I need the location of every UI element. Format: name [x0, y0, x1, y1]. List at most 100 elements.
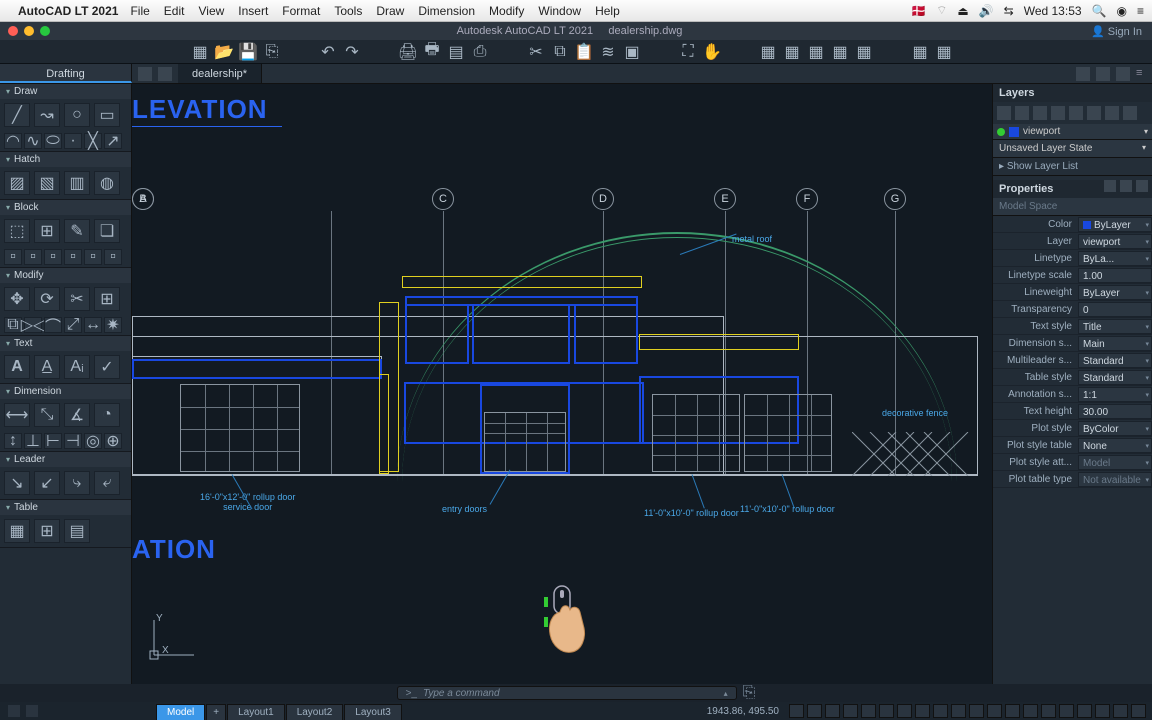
- move-tool-icon[interactable]: ✥: [4, 287, 30, 311]
- prop-row-lineweight[interactable]: LineweightByLayer: [993, 284, 1152, 301]
- sb-snap-icon[interactable]: [807, 704, 822, 718]
- tab-model[interactable]: Model: [156, 704, 205, 720]
- wifi-icon[interactable]: ⌔: [936, 3, 947, 18]
- prop-value[interactable]: viewport: [1078, 234, 1152, 249]
- rp-menu-icon[interactable]: ≡: [1136, 67, 1142, 81]
- menu-tools[interactable]: Tools: [334, 4, 362, 18]
- copy-icon[interactable]: ⧉: [550, 42, 570, 62]
- text-tool-icon[interactable]: A̲: [34, 355, 60, 379]
- prop-row-dimension-s-[interactable]: Dimension s...Main: [993, 335, 1152, 352]
- dim-linear-icon[interactable]: ⟷: [4, 403, 30, 427]
- trim-tool-icon[interactable]: ✂: [64, 287, 90, 311]
- sb-lineweight-icon[interactable]: [915, 704, 930, 718]
- arc-tool-icon[interactable]: ◠: [4, 133, 22, 149]
- palette-hatch[interactable]: Hatch: [0, 152, 131, 167]
- mirror-tool-icon[interactable]: ▷◁: [24, 317, 42, 333]
- sb-hardware-icon[interactable]: [1095, 704, 1110, 718]
- menu-draw[interactable]: Draw: [376, 4, 404, 18]
- tab-layout3[interactable]: Layout3: [344, 704, 402, 720]
- leader-tool-icon[interactable]: ↘: [4, 471, 30, 495]
- block5-icon[interactable]: ▫: [84, 249, 102, 265]
- table3-icon[interactable]: ▤: [64, 519, 90, 543]
- zoom-window-icon[interactable]: [40, 26, 50, 36]
- tool3-icon[interactable]: ▦: [806, 42, 826, 62]
- show-layer-list[interactable]: ▸ Show Layer List: [993, 158, 1152, 176]
- table-tool-icon[interactable]: ▦: [4, 519, 30, 543]
- sb-clean-icon[interactable]: [1113, 704, 1128, 718]
- command-history-icon[interactable]: ⎘: [743, 684, 756, 702]
- region-tool-icon[interactable]: ◍: [94, 171, 120, 195]
- rp-tab3-icon[interactable]: [1116, 67, 1130, 81]
- flag-icon[interactable]: 🇩🇰: [911, 4, 926, 18]
- cut-icon[interactable]: ✂: [526, 42, 546, 62]
- prop-value[interactable]: ByLa...: [1078, 251, 1152, 266]
- pan-icon[interactable]: ✋: [702, 42, 722, 62]
- eject-icon[interactable]: ⏏: [957, 4, 968, 18]
- close-window-icon[interactable]: [8, 26, 18, 36]
- sb-grid-icon[interactable]: [789, 704, 804, 718]
- drawing-canvas[interactable]: LEVATION ATION A B C D E F G: [132, 84, 992, 684]
- prop-value[interactable]: Standard: [1078, 353, 1152, 368]
- new-icon[interactable]: ▦: [190, 42, 210, 62]
- palette-leader[interactable]: Leader: [0, 452, 131, 467]
- palette-title[interactable]: Drafting: [0, 64, 132, 83]
- menu-edit[interactable]: Edit: [164, 4, 185, 18]
- prop-row-layer[interactable]: Layerviewport: [993, 233, 1152, 250]
- notification-icon[interactable]: ≡: [1137, 4, 1144, 18]
- block3-icon[interactable]: ▫: [44, 249, 62, 265]
- stretch-tool-icon[interactable]: ↔: [84, 317, 102, 333]
- prop-all-icon[interactable]: [1104, 180, 1116, 192]
- attr-block-icon[interactable]: ❏: [94, 219, 120, 243]
- sb-quickprop-icon[interactable]: [1041, 704, 1056, 718]
- prop-row-table-style[interactable]: Table styleStandard: [993, 369, 1152, 386]
- layer-prev-icon[interactable]: [1087, 106, 1101, 120]
- prop-pick-icon[interactable]: [1120, 180, 1132, 192]
- sb-annoscale-icon[interactable]: [969, 704, 984, 718]
- rect-tool-icon[interactable]: ▭: [94, 103, 120, 127]
- prop-value[interactable]: ByColor: [1078, 421, 1152, 436]
- tool7-icon[interactable]: ▦: [934, 42, 954, 62]
- sb-polar-icon[interactable]: [843, 704, 858, 718]
- prop-value[interactable]: 30.00: [1078, 404, 1152, 419]
- sign-in-button[interactable]: 👤 Sign In: [1081, 25, 1152, 38]
- prop-row-color[interactable]: ColorByLayer: [993, 216, 1152, 233]
- tablestyle-icon[interactable]: ⊞: [34, 519, 60, 543]
- current-layer[interactable]: viewport ▾: [993, 124, 1152, 140]
- prop-value[interactable]: Model: [1078, 455, 1152, 470]
- layer-prop-icon[interactable]: [1123, 106, 1137, 120]
- pagesetup-icon[interactable]: ▤: [446, 42, 466, 62]
- prop-value[interactable]: None: [1078, 438, 1152, 453]
- insert-block-icon[interactable]: ⬚: [4, 219, 30, 243]
- menu-insert[interactable]: Insert: [238, 4, 268, 18]
- sb-annovis-icon[interactable]: [987, 704, 1002, 718]
- rp-tab2-icon[interactable]: [1096, 67, 1110, 81]
- layer-freeze-icon[interactable]: [1015, 106, 1029, 120]
- prop-value[interactable]: 0: [1078, 302, 1152, 317]
- textstyle-icon[interactable]: Aᵢ: [64, 355, 90, 379]
- prop-row-transparency[interactable]: Transparency0: [993, 301, 1152, 318]
- palette-table[interactable]: Table: [0, 500, 131, 515]
- mtext-tool-icon[interactable]: A: [4, 355, 30, 379]
- prop-row-plot-style[interactable]: Plot styleByColor: [993, 420, 1152, 437]
- menu-window[interactable]: Window: [538, 4, 581, 18]
- prop-row-plot-table-type[interactable]: Plot table typeNot available: [993, 471, 1152, 488]
- prop-expand-icon[interactable]: [1136, 180, 1148, 192]
- create-block-icon[interactable]: ⊞: [34, 219, 60, 243]
- sb-osnap-icon[interactable]: [861, 704, 876, 718]
- layer-lock-icon[interactable]: [1033, 106, 1047, 120]
- spotlight-icon[interactable]: 🔍: [1092, 4, 1107, 18]
- preview-icon[interactable]: 🖶: [422, 42, 442, 62]
- tool1-icon[interactable]: ▦: [758, 42, 778, 62]
- line-tool-icon[interactable]: ╱: [4, 103, 30, 127]
- rotate-tool-icon[interactable]: ⟳: [34, 287, 60, 311]
- block6-icon[interactable]: ▫: [104, 249, 122, 265]
- sb-custom-icon[interactable]: [1131, 704, 1146, 718]
- prop-row-text-height[interactable]: Text height30.00: [993, 403, 1152, 420]
- dim6-icon[interactable]: ⊕: [104, 433, 122, 449]
- prop-value[interactable]: Title: [1078, 319, 1152, 334]
- menu-modify[interactable]: Modify: [489, 4, 524, 18]
- open-icon[interactable]: 📂: [214, 42, 234, 62]
- prop-row-linetype-scale[interactable]: Linetype scale1.00: [993, 267, 1152, 284]
- gradient-tool-icon[interactable]: ▧: [34, 171, 60, 195]
- hatch-tool-icon[interactable]: ▨: [4, 171, 30, 195]
